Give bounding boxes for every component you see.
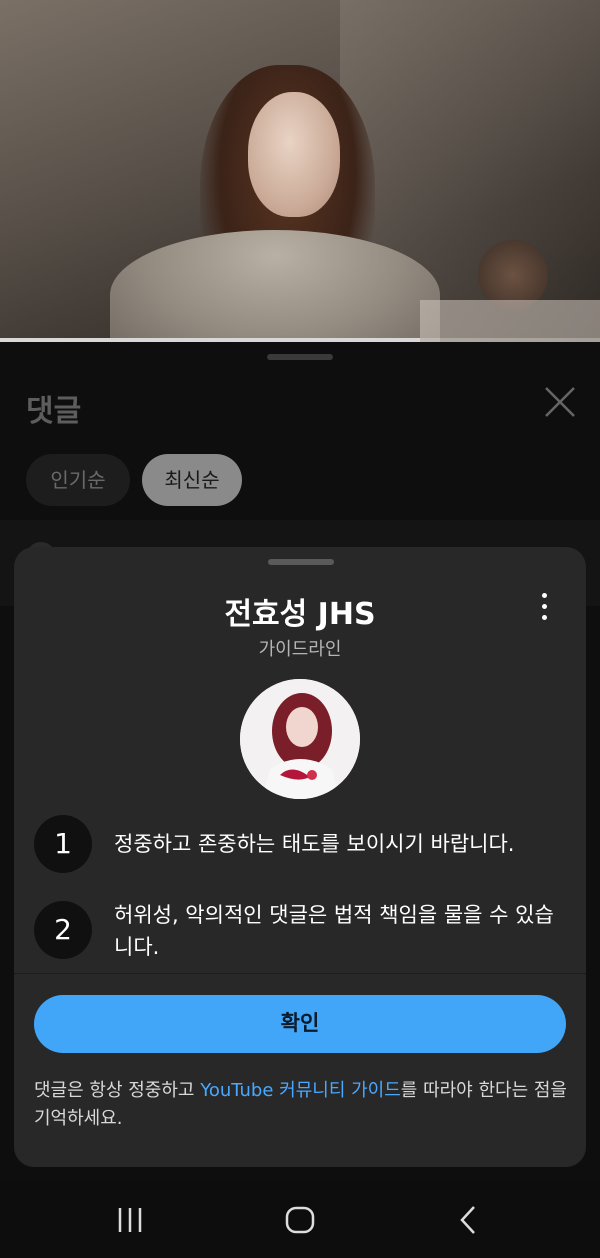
channel-avatar [240, 679, 360, 799]
recent-apps-icon[interactable] [110, 1200, 150, 1240]
more-vert-icon[interactable] [532, 589, 556, 625]
rule-number: 2 [34, 901, 92, 959]
sheet-divider [14, 973, 586, 974]
video-person-face [248, 92, 340, 217]
channel-name: 전효성 JHS [224, 597, 376, 632]
drag-handle[interactable] [267, 354, 333, 360]
video-table [420, 300, 600, 342]
guideline-footer-note: 댓글은 항상 정중하고 YouTube 커뮤니티 가이드를 따라야 한다는 점을… [34, 1077, 574, 1133]
sort-chip-newest[interactable]: 최신순 [142, 454, 242, 506]
rule-number: 1 [34, 815, 92, 873]
guideline-dialog: 전효성 JHS 가이드라인 1 정중하고 존중하는 태도를 보이시기 바랍니다.… [14, 547, 586, 1167]
video-player[interactable] [0, 0, 600, 342]
footer-prefix: 댓글은 항상 정중하고 [34, 1080, 201, 1101]
close-icon[interactable] [540, 382, 580, 422]
sheet-drag-handle[interactable] [268, 559, 334, 565]
rule-text: 정중하고 존중하는 태도를 보이시기 바랍니다. [114, 832, 515, 856]
home-icon[interactable] [280, 1200, 320, 1240]
rule-text: 허위성, 악의적인 댓글은 법적 책임을 물을 수 있습니다. [114, 903, 554, 959]
community-guidelines-link[interactable]: YouTube 커뮤니티 가이드 [200, 1080, 401, 1101]
back-icon[interactable] [448, 1200, 488, 1240]
comments-title: 댓글 [26, 394, 82, 429]
system-nav-bar [0, 1180, 600, 1258]
confirm-button[interactable]: 확인 [34, 995, 566, 1053]
guideline-subtitle: 가이드라인 [258, 639, 342, 660]
sort-chip-popular[interactable]: 인기순 [26, 454, 130, 506]
